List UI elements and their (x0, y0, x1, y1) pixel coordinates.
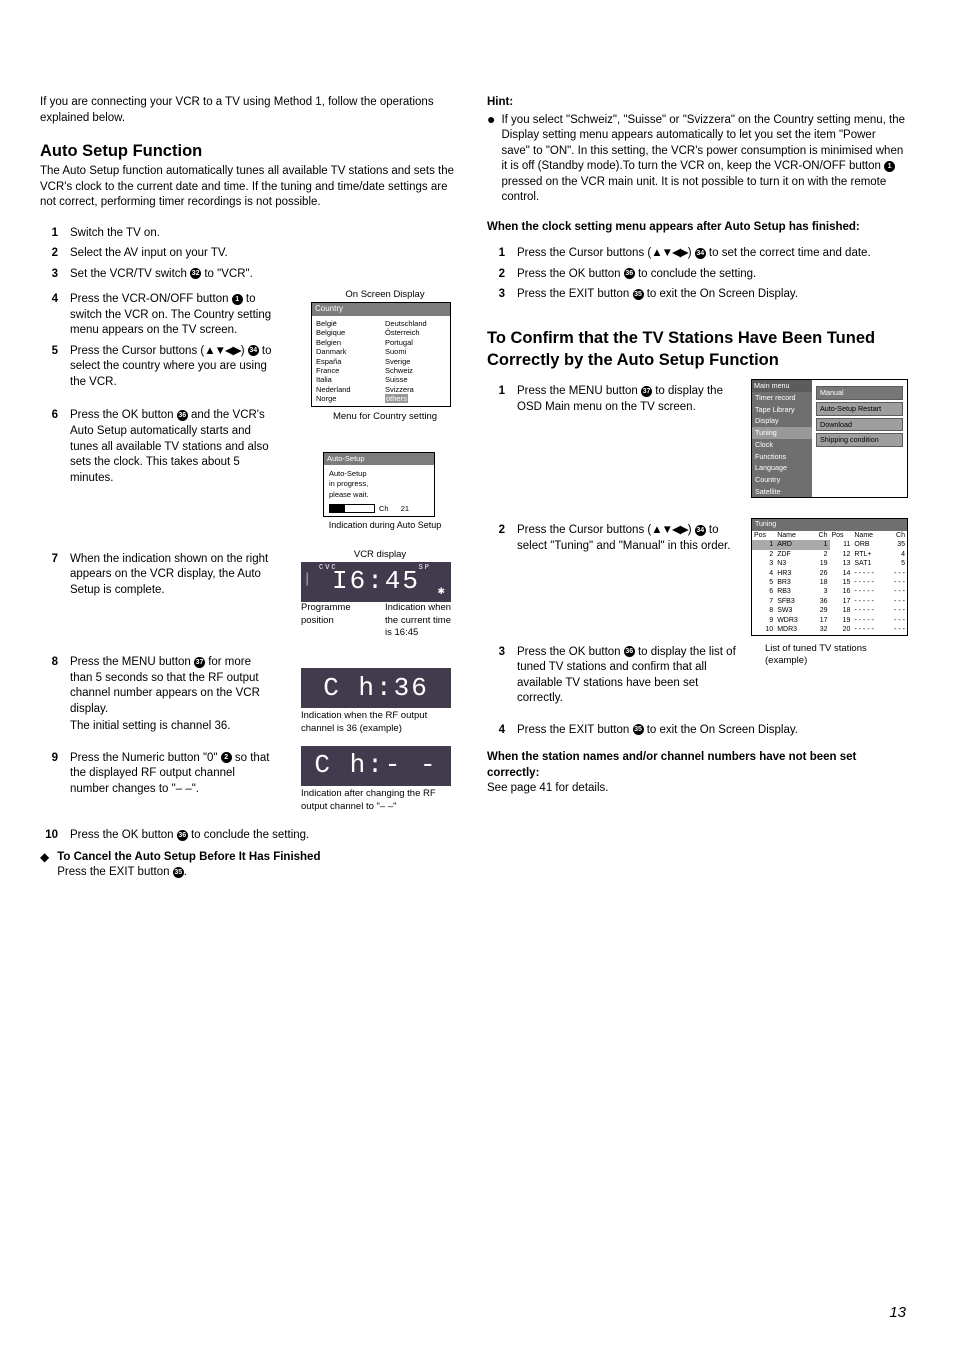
step-text: Press the Numeric button "0" 2 so that t… (70, 751, 272, 798)
vcr-segment-display-chblank: C h:- - (301, 746, 451, 786)
lead-paragraph: If you are connecting your VCR to a TV u… (40, 95, 459, 126)
ref-circle: 34 (695, 248, 706, 259)
ref-circle: 34 (248, 345, 259, 356)
step-number: 3 (487, 645, 505, 707)
vcr-segment-display: CVC SP || I6:45 ✱ (301, 562, 451, 602)
hint-title: Hint: (487, 95, 906, 111)
step-number: 2 (487, 267, 505, 283)
tuning-caption: List of tuned TV stations (example) (751, 643, 906, 669)
step-text: Press the MENU button 37 for more than 5… (70, 655, 272, 735)
main-menu-osd: Main menu Timer recordTape LibraryDispla… (751, 379, 908, 498)
clock-heading: When the clock setting menu appears afte… (487, 220, 906, 236)
step-number: 1 (40, 226, 58, 242)
bullet-icon: ● (487, 113, 495, 206)
step-number: 7 (40, 552, 58, 599)
seg-caption-blank: Indication after changing the RF output … (301, 788, 459, 814)
section-side-title: Connecting and Setting Up (948, 280, 954, 591)
step-number: 9 (40, 751, 58, 798)
step-number: 1 (487, 246, 505, 262)
step-number: 1 (487, 384, 505, 415)
vcr-display-caption: VCR display (301, 549, 459, 562)
left-column: If you are connecting your VCR to a TV u… (40, 95, 459, 881)
cancel-heading: To Cancel the Auto Setup Before It Has F… (57, 850, 320, 866)
step-text: Press the EXIT button 35 to exit the On … (517, 723, 906, 739)
step-number: 4 (40, 292, 58, 339)
step-number: 10 (40, 828, 58, 844)
tuning-osd: Tuning PosNameCh1ARD12ZDF23N3194HR3265BR… (751, 518, 908, 635)
heading-auto-setup: Auto Setup Function (40, 140, 459, 162)
page-number: 13 (889, 1303, 906, 1323)
step-number: 2 (40, 246, 58, 262)
vcr-segment-display-ch36: C h:36 (301, 668, 451, 708)
ref-circle: 36 (177, 830, 188, 841)
incorrect-body: See page 41 for details. (487, 781, 906, 797)
step-number: 8 (40, 655, 58, 735)
cancel-text: Press the EXIT button 35. (57, 865, 320, 881)
vcr-caption-left: Programme position (301, 602, 375, 640)
ref-circle: 32 (190, 268, 201, 279)
ref-circle: 37 (641, 386, 652, 397)
ref-circle: 36 (624, 646, 635, 657)
osd-caption: On Screen Display (311, 289, 459, 302)
step-text: Press the VCR-ON/OFF button 1 to switch … (70, 292, 272, 339)
ref-circle: 34 (695, 525, 706, 536)
step-number: 3 (487, 287, 505, 303)
step-text: Press the OK button 36 and the VCR's Aut… (70, 408, 272, 486)
heading-confirm: To Confirm that the TV Stations Have Bee… (487, 327, 906, 372)
step-text: When the indication shown on the right a… (70, 552, 272, 599)
autosetup-caption: Indication during Auto Setup (311, 519, 459, 531)
ref-circle: 36 (624, 268, 635, 279)
incorrect-heading: When the station names and/or channel nu… (487, 750, 906, 781)
step-number: 4 (487, 723, 505, 739)
ref-circle: 35 (633, 724, 644, 735)
step-number: 2 (487, 523, 505, 554)
ref-circle: 1 (884, 161, 895, 172)
step-text: Press the Cursor buttons (▲▼◀▶) 34 to se… (70, 344, 272, 391)
step-number: 5 (40, 344, 58, 391)
ref-circle: 37 (194, 657, 205, 668)
step-text: Press the Cursor buttons (▲▼◀▶) 34 to se… (517, 246, 906, 262)
step-text: Switch the TV on. (70, 226, 459, 242)
ref-circle: 1 (232, 294, 243, 305)
seg-caption-ch36: Indication when the RF output channel is… (301, 710, 459, 736)
step-text: Set the VCR/TV switch 32 to "VCR". (70, 267, 459, 283)
ref-circle: 36 (177, 410, 188, 421)
autosetup-osd: Auto-Setup Auto-Setupin progress,please … (323, 452, 435, 517)
country-osd: Country BelgiëBelgiqueBelgienDanmarkEspa… (311, 302, 451, 407)
step-text: Press the Cursor buttons (▲▼◀▶) 34 to se… (517, 523, 741, 554)
hint-paragraph: ● If you select "Schweiz", "Suisse" or "… (487, 113, 906, 206)
step-text: Press the OK button 36 to display the li… (517, 645, 741, 707)
vcr-caption-right: Indication when the current time is 16:4… (385, 602, 459, 640)
step-text: Press the EXIT button 35 to exit the On … (517, 287, 906, 303)
step-text: Press the MENU button 37 to display the … (517, 384, 741, 415)
step-number: 6 (40, 408, 58, 486)
step-number: 3 (40, 267, 58, 283)
right-column: Hint: ● If you select "Schweiz", "Suisse… (487, 95, 906, 881)
step-text: Press the OK button 36 to conclude the s… (517, 267, 906, 283)
step-text: Select the AV input on your TV. (70, 246, 459, 262)
country-menu-caption: Menu for Country setting (311, 411, 459, 424)
ref-circle: 35 (633, 289, 644, 300)
auto-setup-description: The Auto Setup function automatically tu… (40, 164, 459, 211)
diamond-icon: ◆ (40, 850, 49, 881)
ref-circle: 2 (221, 752, 232, 763)
ref-circle: 35 (173, 867, 184, 878)
step-text: Press the OK button 36 to conclude the s… (70, 828, 459, 844)
